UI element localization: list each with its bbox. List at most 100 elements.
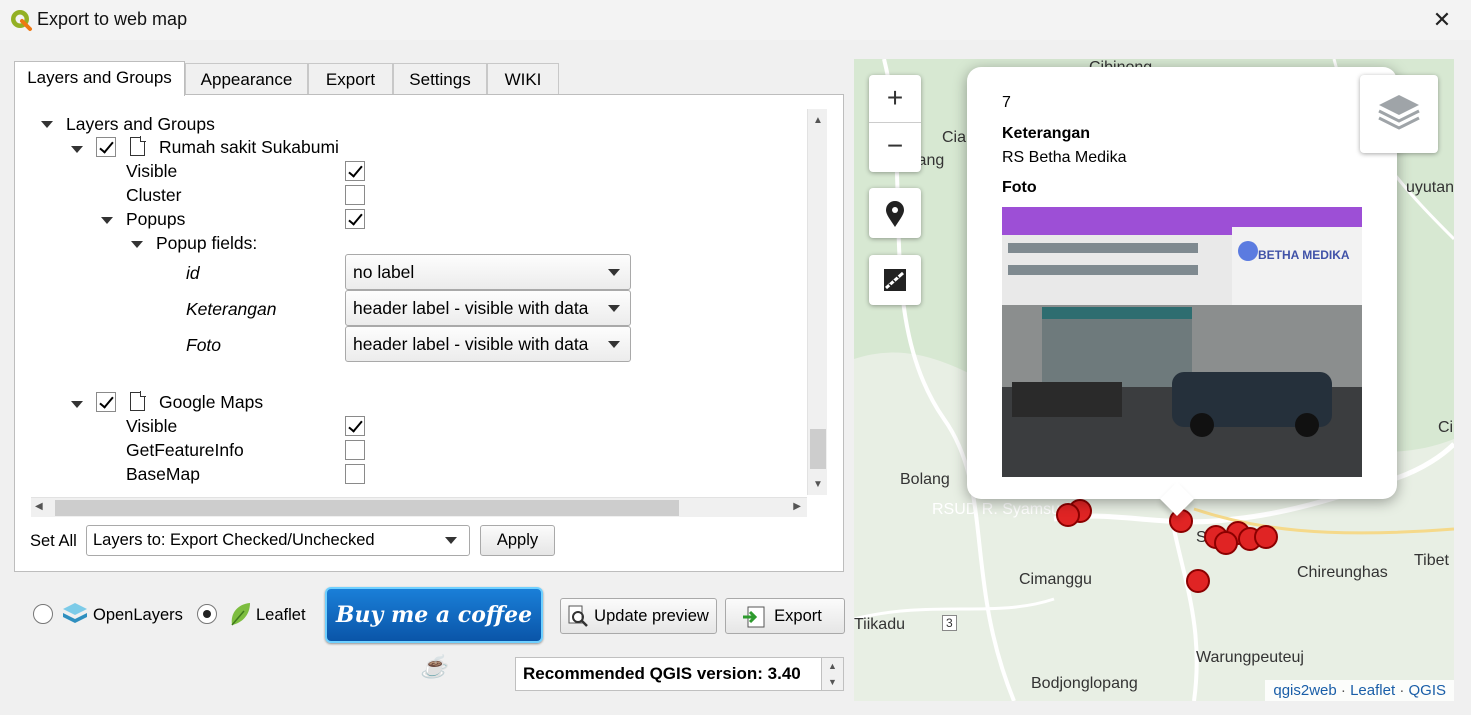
layer2-getfeatureinfo-checkbox[interactable] (345, 440, 365, 460)
layer2-visible-checkbox[interactable] (345, 416, 365, 436)
measure-button[interactable] (869, 255, 921, 305)
layer1-cluster-checkbox[interactable] (345, 185, 365, 205)
attribution-leaflet-link[interactable]: Leaflet (1350, 682, 1395, 699)
layer2-name: Google Maps (159, 392, 264, 412)
scroll-up-icon[interactable]: ▲ (811, 115, 825, 129)
map-label: Tiikadu (854, 616, 905, 633)
photo-sign-text: BETHA MEDIKA (1258, 248, 1350, 262)
map-label: Ci (1438, 419, 1454, 436)
buy-me-a-coffee-button[interactable]: Buy me a coffee ☕ (325, 587, 543, 680)
zoom-control: + − (869, 75, 921, 172)
layer2-checkbox[interactable] (96, 392, 116, 412)
apply-button[interactable]: Apply (480, 525, 555, 556)
field-foto-combo[interactable]: header label - visible with data (345, 326, 631, 362)
export-arrow-icon (743, 606, 765, 628)
layer1-popups-checkbox[interactable] (345, 209, 365, 229)
hospital-photo-image: BETHA MEDIKA (1002, 207, 1362, 477)
preview-magnifier-icon (568, 605, 588, 627)
title-bar: Export to web map ✕ (0, 0, 1471, 40)
set-all-label: Set All (30, 532, 77, 550)
update-preview-button[interactable]: Update preview (560, 598, 717, 634)
hospital-marker[interactable] (1169, 509, 1193, 533)
tab-settings[interactable]: Settings (393, 63, 487, 95)
close-button[interactable]: ✕ (1427, 6, 1457, 34)
set-all-value: Layers to: Export Checked/Unchecked (93, 531, 375, 549)
map-label: uyutan (1406, 179, 1454, 196)
layer1-cluster-label: Cluster (126, 185, 182, 205)
openlayers-label: OpenLayers (93, 606, 183, 624)
field-foto-label: Foto (186, 335, 222, 355)
chevron-down-icon (445, 537, 457, 544)
field-keterangan-combo[interactable]: header label - visible with data (345, 290, 631, 326)
scroll-right-icon[interactable]: ▶ (793, 501, 801, 512)
attribution-qgis-link[interactable]: QGIS (1408, 682, 1446, 699)
scroll-down-icon[interactable]: ▼ (811, 479, 825, 493)
tab-wiki[interactable]: WIKI (487, 63, 559, 95)
map-label: Cimanggu (1019, 571, 1092, 588)
vertical-scrollbar[interactable]: ▲ ▼ (807, 109, 827, 495)
spin-up-icon[interactable]: ▲ (822, 658, 843, 674)
popup-id-value: 7 (1002, 94, 1011, 111)
tree-root-label: Layers and Groups (66, 114, 215, 134)
map-label: 3 (942, 615, 957, 631)
openlayers-radio[interactable] (33, 604, 53, 624)
popup-fields-label: Popup fields: (156, 233, 258, 253)
expand-popup-fields-icon[interactable] (131, 241, 143, 248)
field-keterangan-value: header label - visible with data (353, 298, 589, 318)
map-label: Warungpeuteuj (1196, 649, 1304, 666)
scroll-left-icon[interactable]: ◀ (35, 501, 43, 512)
chevron-down-icon (608, 269, 620, 276)
leaflet-radio[interactable] (197, 604, 217, 624)
layers-panel: Layers and Groups Rumah sakit Sukabumi V… (14, 94, 844, 572)
map-preview[interactable]: Cibinong Cia jang uyutan Bolang RSUD R. … (854, 59, 1454, 701)
scroll-thumb[interactable] (810, 429, 826, 469)
layers-tree[interactable]: Layers and Groups Rumah sakit Sukabumi V… (31, 109, 827, 517)
map-label: Chireunghas (1297, 564, 1388, 581)
spin-down-icon[interactable]: ▼ (822, 674, 843, 690)
zoom-out-button[interactable]: − (869, 123, 921, 171)
hospital-marker[interactable] (1254, 525, 1278, 549)
layer1-checkbox[interactable] (96, 137, 116, 157)
locate-button[interactable] (869, 188, 921, 238)
layer2-basemap-checkbox[interactable] (345, 464, 365, 484)
export-label: Export (774, 607, 822, 625)
layer1-visible-label: Visible (126, 161, 178, 181)
zoom-in-button[interactable]: + (869, 75, 921, 123)
chevron-down-icon (608, 305, 620, 312)
tab-export[interactable]: Export (308, 63, 393, 95)
field-keterangan-label: Keterangan (186, 299, 277, 319)
expand-popups-icon[interactable] (101, 217, 113, 224)
map-label: Tibet (1414, 552, 1449, 569)
export-button[interactable]: Export (725, 598, 845, 634)
popup-field1-value: RS Betha Medika (1002, 149, 1127, 166)
attribution-qgis2web-link[interactable]: qgis2web (1273, 682, 1336, 699)
hospital-marker[interactable] (1214, 531, 1238, 555)
tab-appearance[interactable]: Appearance (185, 63, 308, 95)
version-spinner[interactable]: ▲ ▼ (821, 658, 843, 690)
update-preview-label: Update preview (594, 607, 709, 625)
leaflet-label: Leaflet (256, 606, 306, 624)
layer1-name: Rumah sakit Sukabumi (159, 137, 339, 157)
layers-control-button[interactable] (1360, 75, 1438, 153)
hospital-marker[interactable] (1056, 503, 1080, 527)
layer1-visible-checkbox[interactable] (345, 161, 365, 181)
hospital-photo: BETHA MEDIKA (1002, 207, 1362, 477)
set-all-combo[interactable]: Layers to: Export Checked/Unchecked (86, 525, 470, 556)
hospital-marker[interactable] (1186, 569, 1210, 593)
layer2-basemap-label: BaseMap (126, 464, 200, 484)
map-label: Bolang (900, 471, 950, 488)
horizontal-scrollbar[interactable]: ◀ ▶ (31, 497, 807, 517)
expand-layer1-icon[interactable] (71, 146, 83, 153)
openlayers-logo-icon (63, 603, 87, 623)
layer1-popups-label: Popups (126, 209, 186, 229)
tab-layers-and-groups[interactable]: Layers and Groups (14, 61, 185, 96)
layer2-getfeatureinfo-label: GetFeatureInfo (126, 440, 244, 460)
expand-layer2-icon[interactable] (71, 401, 83, 408)
popup-field2-label: Foto (1002, 179, 1037, 196)
layer2-visible-label: Visible (126, 416, 178, 436)
expand-root-icon[interactable] (41, 121, 53, 128)
hscroll-thumb[interactable] (55, 500, 679, 516)
field-id-combo[interactable]: no label (345, 254, 631, 290)
window-title: Export to web map (37, 9, 188, 29)
layers-stack-icon (1378, 95, 1420, 130)
